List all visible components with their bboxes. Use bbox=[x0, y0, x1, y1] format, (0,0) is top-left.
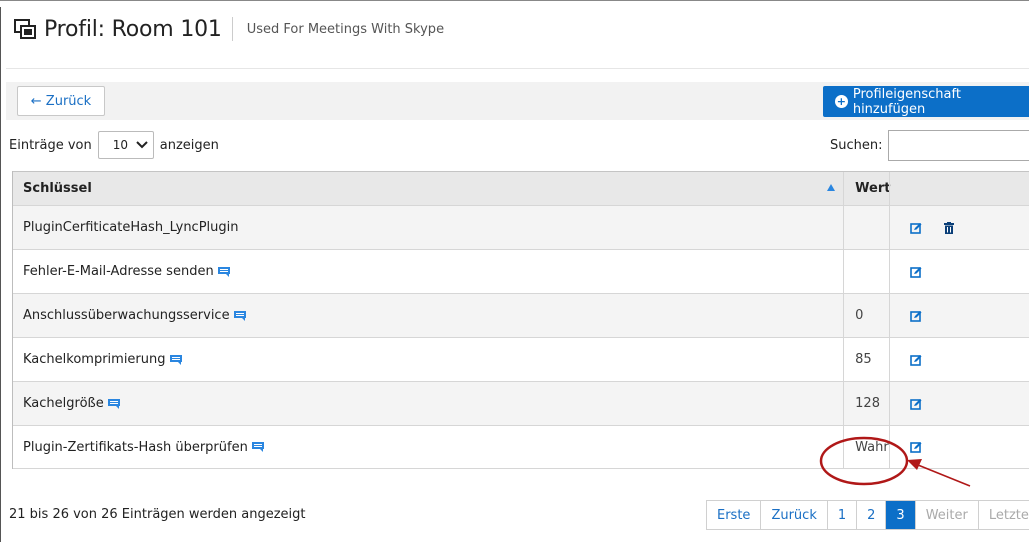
page-header: Profil: Room 101 Used For Meetings With … bbox=[14, 14, 444, 44]
add-property-label: Profileigenschaft hinzufügen bbox=[852, 86, 961, 117]
pager-previous[interactable]: Zurück bbox=[761, 501, 828, 529]
comment-icon[interactable] bbox=[233, 310, 246, 321]
value-text: 0 bbox=[855, 308, 864, 323]
properties-table: Schlüssel Wert PluginCerfiticateHash_Lyn… bbox=[12, 171, 1029, 469]
comment-icon[interactable] bbox=[169, 354, 182, 365]
top-edge bbox=[0, 0, 1029, 7]
actions-cell bbox=[889, 338, 1029, 381]
comment-icon[interactable] bbox=[107, 398, 120, 409]
table-row: Kachelkomprimierung 85 bbox=[13, 337, 1029, 381]
value-cell bbox=[843, 250, 889, 293]
delete-icon[interactable] bbox=[944, 221, 955, 234]
toolbar: ← Zurück + Profileigenschaft hinzufügen bbox=[6, 82, 1029, 120]
table-info: 21 bis 26 von 26 Einträgen werden angeze… bbox=[9, 507, 306, 522]
edit-icon[interactable] bbox=[910, 310, 922, 322]
actions-cell bbox=[889, 294, 1029, 337]
edit-icon[interactable] bbox=[910, 222, 922, 234]
key-text: Plugin-Zertifikats-Hash überprüfen bbox=[23, 439, 248, 455]
header-divider bbox=[231, 17, 233, 41]
key-cell: Plugin-Zertifikats-Hash überprüfen bbox=[13, 426, 843, 468]
column-header-actions bbox=[889, 172, 1029, 205]
comment-icon[interactable] bbox=[251, 442, 264, 452]
table-row: Fehler-E-Mail-Adresse senden bbox=[13, 249, 1029, 293]
table-row: Anschlussüberwachungsservice 0 bbox=[13, 293, 1029, 337]
edit-icon[interactable] bbox=[910, 398, 922, 410]
key-cell: Kachelgröße bbox=[13, 382, 843, 425]
value-cell: 85 bbox=[843, 338, 889, 381]
key-cell: Anschlussüberwachungsservice bbox=[13, 294, 843, 337]
key-text: Fehler-E-Mail-Adresse senden bbox=[23, 264, 214, 279]
pagination: Erste Zurück 1 2 3 Weiter Letzte bbox=[706, 500, 1029, 530]
pager-page-3[interactable]: 3 bbox=[886, 501, 916, 529]
chevron-down-icon bbox=[136, 141, 148, 149]
profile-icon bbox=[14, 19, 36, 39]
value-cell: 128 bbox=[843, 382, 889, 425]
search-input[interactable] bbox=[888, 130, 1029, 161]
column-header-value-label: Wert bbox=[855, 181, 891, 196]
comment-icon[interactable] bbox=[217, 266, 230, 277]
key-text: Kachelgröße bbox=[23, 396, 104, 411]
plus-circle-icon: + bbox=[835, 95, 848, 108]
table-row: Plugin-Zertifikats-Hash überprüfen Wahr bbox=[13, 425, 1029, 469]
key-text: Anschlussüberwachungsservice bbox=[23, 308, 230, 323]
key-cell: PluginCerfiticateHash_LyncPlugin bbox=[13, 206, 843, 249]
value-cell: 0 bbox=[843, 294, 889, 337]
table-row: PluginCerfiticateHash_LyncPlugin bbox=[13, 205, 1029, 249]
value-text: 128 bbox=[855, 396, 880, 411]
entries-prefix: Einträge von bbox=[9, 137, 92, 153]
sort-ascending-icon bbox=[827, 184, 836, 191]
value-text: Wahr bbox=[855, 439, 889, 455]
key-text: Kachelkomprimierung bbox=[23, 352, 166, 367]
value-text: 85 bbox=[855, 352, 872, 367]
actions-cell bbox=[889, 250, 1029, 293]
actions-cell bbox=[889, 206, 1029, 249]
edit-icon[interactable] bbox=[910, 266, 922, 278]
entries-suffix: anzeigen bbox=[159, 137, 219, 153]
pager-page-2[interactable]: 2 bbox=[857, 501, 887, 529]
header-rule bbox=[6, 68, 1029, 69]
table-header-row: Schlüssel Wert bbox=[13, 171, 1029, 205]
key-cell: Kachelkomprimierung bbox=[13, 338, 843, 381]
entries-select-value: 10 bbox=[112, 138, 129, 152]
column-header-key[interactable]: Schlüssel bbox=[13, 172, 843, 205]
back-button[interactable]: ← Zurück bbox=[17, 86, 105, 116]
column-header-value[interactable]: Wert bbox=[843, 172, 891, 205]
actions-cell bbox=[889, 382, 1029, 425]
key-cell: Fehler-E-Mail-Adresse senden bbox=[13, 250, 843, 293]
actions-cell bbox=[889, 426, 1029, 468]
table-row: Kachelgröße 128 bbox=[13, 381, 1029, 425]
value-cell bbox=[843, 206, 889, 249]
pager-last: Letzte bbox=[978, 501, 1029, 529]
page-subtitle: Used For Meetings With Skype bbox=[246, 21, 445, 37]
pager-next: Weiter bbox=[915, 501, 979, 529]
column-header-key-label: Schlüssel bbox=[23, 181, 92, 196]
pager-first[interactable]: Erste bbox=[707, 501, 762, 529]
edit-icon[interactable] bbox=[910, 441, 922, 453]
entries-control: Einträge von 10 anzeigen bbox=[9, 130, 219, 160]
edit-icon[interactable] bbox=[910, 354, 922, 366]
pager-page-1[interactable]: 1 bbox=[827, 501, 858, 529]
search-label: Suchen: bbox=[830, 138, 883, 153]
value-cell: Wahr bbox=[843, 426, 889, 468]
add-property-button[interactable]: + Profileigenschaft hinzufügen bbox=[823, 86, 1029, 117]
key-text: PluginCerfiticateHash_LyncPlugin bbox=[23, 220, 239, 235]
entries-select[interactable]: 10 bbox=[97, 131, 154, 159]
page-title: Profil: Room 101 bbox=[44, 16, 222, 42]
